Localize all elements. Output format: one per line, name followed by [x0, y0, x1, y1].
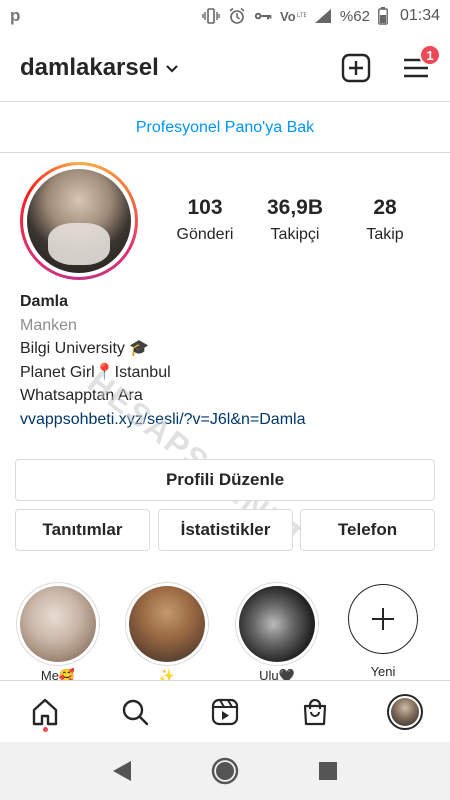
profile-bio: Damla Manken Bilgi University 🎓 Planet G…	[20, 290, 440, 431]
story-highlight[interactable]	[16, 582, 100, 666]
battery-percent: %62	[339, 7, 370, 25]
highlight-label: Me🥰	[40, 668, 76, 680]
stat-posts[interactable]: 103 Gönderi	[160, 196, 250, 244]
vibrate-icon	[202, 8, 220, 24]
svg-text:Vo: Vo	[280, 9, 296, 24]
following-label: Takip	[366, 226, 404, 243]
plus-icon	[372, 608, 394, 630]
new-highlight-label: Yeni	[370, 664, 396, 679]
shopping-bag-icon	[303, 698, 327, 725]
bio-link[interactable]: vvappsohbeti.xyz/sesli/?v=J6l&n=Damla	[20, 408, 440, 432]
reels-icon	[211, 698, 239, 725]
nav-reels[interactable]	[205, 692, 245, 732]
profile-avatar[interactable]	[20, 162, 138, 280]
posts-label: Gönderi	[176, 226, 234, 243]
recents-square-icon	[319, 762, 338, 780]
nav-profile[interactable]	[385, 692, 425, 732]
bio-line: Planet Girl📍Istanbul	[20, 363, 171, 381]
home-circle-icon	[211, 757, 239, 785]
notification-badge: 1	[419, 44, 441, 66]
profile-stats: 103 Gönderi 36,9B Takipçi 28 Takip	[160, 196, 430, 244]
status-bar: p Vo LTE %62 01:34	[0, 0, 450, 32]
back-button[interactable]	[107, 756, 137, 786]
bio-name: Damla	[20, 293, 69, 310]
clock: 01:34	[399, 7, 440, 24]
stat-followers[interactable]: 36,9B Takipçi	[250, 196, 340, 244]
alarm-icon	[228, 7, 246, 24]
avatar-photo	[27, 169, 131, 273]
posts-count: 103	[187, 196, 223, 219]
status-icons: Vo LTE %62 01:34	[202, 7, 440, 25]
followers-label: Takipçi	[270, 226, 320, 243]
search-icon	[122, 699, 149, 725]
signal-icon	[314, 8, 332, 24]
highlight-label: Ulu🖤	[259, 668, 295, 680]
chevron-down-icon[interactable]	[165, 61, 179, 79]
followers-count: 36,9B	[266, 196, 324, 219]
new-highlight-button[interactable]	[348, 584, 418, 654]
plus-square-icon	[341, 53, 371, 83]
profile-header: damlakarsel 1	[0, 40, 450, 96]
profile-avatar-icon	[387, 693, 423, 730]
stat-following[interactable]: 28 Takip	[340, 196, 430, 244]
username-switcher[interactable]: damlakarsel	[20, 54, 159, 82]
highlight-cover	[20, 586, 96, 662]
highlight-cover	[239, 586, 315, 662]
home-icon	[32, 698, 58, 725]
app-notification-icon: p	[10, 6, 21, 25]
notification-dot	[43, 726, 48, 732]
phone-button[interactable]: Telefon	[300, 509, 435, 551]
dashboard-divider	[0, 152, 450, 153]
bio-line: Whatsapptan Ara	[20, 387, 143, 404]
recents-button[interactable]	[313, 756, 343, 786]
story-highlight[interactable]	[125, 582, 209, 666]
highlight-label: ✨	[158, 668, 176, 680]
volte-icon: Vo LTE	[280, 8, 306, 24]
menu-button[interactable]: 1	[400, 44, 441, 84]
battery-icon	[378, 7, 388, 25]
bottom-navigation	[0, 680, 450, 742]
nav-shop[interactable]	[295, 692, 335, 732]
home-button[interactable]	[210, 756, 240, 786]
header-divider	[0, 101, 450, 102]
highlight-cover	[129, 586, 205, 662]
nav-search[interactable]	[115, 692, 155, 732]
create-post-button[interactable]	[340, 52, 372, 84]
edit-profile-button[interactable]: Profili Düzenle	[15, 459, 435, 501]
svg-text:LTE: LTE	[297, 13, 306, 19]
bio-line: Bilgi University 🎓	[20, 340, 150, 357]
professional-dashboard-link[interactable]: Profesyonel Pano'ya Bak	[0, 104, 450, 152]
story-highlight[interactable]	[235, 582, 319, 666]
back-triangle-icon	[112, 761, 131, 781]
following-count: 28	[373, 196, 397, 219]
key-icon	[254, 8, 272, 24]
nav-home[interactable]	[25, 692, 65, 732]
insights-button[interactable]: İstatistikler	[158, 509, 293, 551]
bio-category: Manken	[20, 316, 77, 334]
promotions-button[interactable]: Tanıtımlar	[15, 509, 150, 551]
system-navigation-bar	[0, 742, 450, 800]
